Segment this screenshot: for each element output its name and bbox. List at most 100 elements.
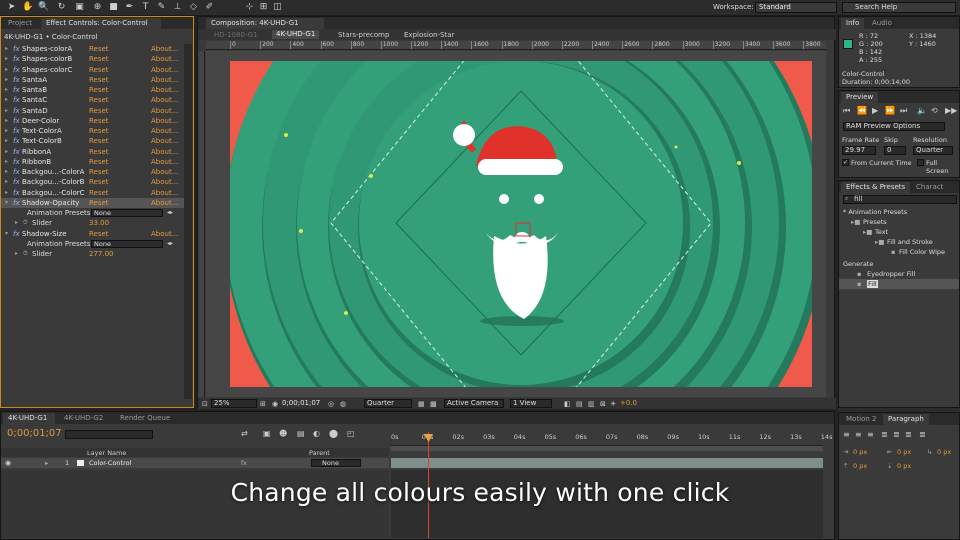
effect-name[interactable]: SantaD: [22, 106, 48, 116]
layer-name-column-header[interactable]: Layer Name: [87, 449, 126, 457]
effect-name[interactable]: Text-ColorB: [22, 136, 62, 146]
effect-row[interactable]: ▸ fx Deer-Color Reset About...: [1, 116, 184, 126]
timeline-search-input[interactable]: [65, 430, 153, 439]
reset-link[interactable]: Reset: [89, 147, 109, 157]
tab-project[interactable]: Project: [3, 18, 37, 29]
graph-editor-icon[interactable]: ◰: [347, 429, 355, 438]
tree-eyedropper-fill[interactable]: Eyedropper Fill: [867, 270, 915, 278]
zoom-tool-icon[interactable]: 🔍: [38, 2, 49, 13]
effect-row[interactable]: ▸ fx Text-ColorB Reset About...: [1, 136, 184, 146]
brush-tool-icon[interactable]: ✎: [156, 2, 167, 13]
fx-icon[interactable]: fx: [13, 157, 20, 167]
fx-switch-icon[interactable]: fx: [241, 459, 247, 467]
stopwatch-icon[interactable]: ⏱: [23, 218, 28, 228]
align-left-icon[interactable]: ≡: [843, 430, 850, 439]
eraser-tool-icon[interactable]: ◇: [188, 2, 199, 13]
about-link[interactable]: About...: [151, 85, 178, 95]
reset-link[interactable]: Reset: [89, 229, 109, 239]
fx-icon[interactable]: fx: [13, 85, 20, 95]
effect-row[interactable]: ▸ fx SantaC Reset About...: [1, 95, 184, 105]
align-right-icon[interactable]: ≡: [867, 430, 874, 439]
timeline-icon[interactable]: ▥: [588, 400, 595, 408]
about-link[interactable]: About...: [151, 229, 178, 239]
roi-icon[interactable]: ▦: [418, 400, 425, 408]
toggle-pixel-icon[interactable]: ◧: [564, 400, 571, 408]
view-layout-select[interactable]: 1 View: [510, 399, 552, 408]
type-tool-icon[interactable]: T: [140, 2, 151, 13]
reset-link[interactable]: Reset: [89, 157, 109, 167]
expand-triangle-icon[interactable]: ▸: [5, 106, 8, 116]
fx-icon[interactable]: fx: [13, 106, 20, 116]
tab-timeline-4k-uhd-g1[interactable]: 4K-UHD-G1: [3, 413, 55, 424]
reset-link[interactable]: Reset: [89, 177, 109, 187]
expand-triangle-icon[interactable]: ▸: [15, 249, 18, 259]
viewer-timecode[interactable]: 0;00;01;07: [282, 399, 320, 407]
reset-link[interactable]: Reset: [89, 85, 109, 95]
camera-tool-icon[interactable]: ▣: [74, 2, 85, 13]
expand-triangle-icon[interactable]: ▸: [5, 167, 8, 177]
tree-animation-presets[interactable]: * Animation Presets: [843, 208, 907, 216]
roto-brush-tool-icon[interactable]: ✐: [204, 2, 215, 13]
mute-audio-icon[interactable]: 🔈: [917, 106, 927, 115]
about-link[interactable]: About...: [151, 116, 178, 126]
reset-link[interactable]: Reset: [89, 198, 109, 208]
effect-row[interactable]: ▸ fx Text-ColorA Reset About...: [1, 126, 184, 136]
fx-icon[interactable]: fx: [13, 126, 20, 136]
pan-behind-tool-icon[interactable]: ⊕: [92, 2, 103, 13]
axis-world-icon[interactable]: ⊞: [258, 2, 269, 13]
tab-info[interactable]: Info: [841, 18, 865, 29]
tab-timeline-4k-uhd-g2[interactable]: 4K-UHD-G2: [59, 413, 111, 424]
expand-triangle-icon[interactable]: ▸: [5, 65, 8, 75]
effect-name[interactable]: Shadow-Size: [22, 229, 67, 239]
tab-paragraph[interactable]: Paragraph: [883, 414, 929, 425]
reset-link[interactable]: Reset: [89, 167, 109, 177]
effect-row[interactable]: ▸ fx Shapes-colorC Reset About...: [1, 65, 184, 75]
effect-row[interactable]: ▸ fx Backgou...-ColorC Reset About...: [1, 188, 184, 198]
axis-view-icon[interactable]: ◫: [272, 2, 283, 13]
effect-name[interactable]: Backgou...-ColorA: [22, 167, 84, 177]
hand-tool-icon[interactable]: ✋: [22, 2, 33, 13]
parent-select[interactable]: None: [311, 459, 361, 467]
comp-mini-flowchart-icon[interactable]: ⇄: [241, 429, 248, 438]
effect-name[interactable]: Shapes-colorB: [22, 54, 72, 64]
expand-triangle-icon[interactable]: ▸: [5, 177, 8, 187]
tree-fill-and-stroke[interactable]: Fill and Stroke: [887, 238, 933, 246]
fx-icon[interactable]: fx: [13, 147, 20, 157]
camera-snapshot-icon[interactable]: ◉: [272, 400, 278, 408]
about-link[interactable]: About...: [151, 126, 178, 136]
slider-value[interactable]: 277.00: [89, 249, 114, 259]
zoom-select[interactable]: 25%: [211, 399, 257, 408]
tab-effect-controls[interactable]: Effect Controls: Color-Control: [41, 18, 161, 29]
effect-row[interactable]: ▸ fx RibbonB Reset About...: [1, 157, 184, 167]
fx-icon[interactable]: fx: [13, 177, 20, 187]
prev-frame-icon[interactable]: ⏪: [857, 106, 867, 115]
expand-triangle-icon[interactable]: ▸: [5, 44, 8, 54]
last-frame-icon[interactable]: ⏭: [900, 106, 907, 116]
effect-name[interactable]: SantaA: [22, 75, 47, 85]
effect-name[interactable]: Deer-Color: [22, 116, 59, 126]
axis-local-icon[interactable]: ⊹: [244, 2, 255, 13]
search-help-input[interactable]: Search Help: [842, 2, 956, 13]
preview-resolution-select[interactable]: Quarter: [913, 146, 953, 155]
effect-row[interactable]: ▸ fx Backgou...-ColorA Reset About...: [1, 167, 184, 177]
effect-name[interactable]: Backgou...-ColorB: [22, 177, 84, 187]
reset-link[interactable]: Reset: [89, 75, 109, 85]
fx-icon[interactable]: fx: [13, 54, 20, 64]
expand-triangle-icon[interactable]: ▸: [5, 126, 8, 136]
tab-motion-2[interactable]: Motion 2: [841, 414, 881, 425]
rotate-tool-icon[interactable]: ↻: [56, 2, 67, 13]
effect-name[interactable]: SantaC: [22, 95, 47, 105]
ram-preview-options-select[interactable]: RAM Preview Options: [843, 122, 945, 131]
fx-icon[interactable]: fx: [13, 95, 20, 105]
about-link[interactable]: About...: [151, 106, 178, 116]
space-after-value[interactable]: 0 px: [897, 462, 911, 470]
expand-triangle-icon[interactable]: ▸: [45, 459, 48, 467]
shy-icon[interactable]: ☻: [279, 429, 287, 438]
full-screen-checkbox[interactable]: [917, 159, 924, 166]
resolution-select[interactable]: Quarter: [364, 399, 412, 408]
magnifier-icon[interactable]: ⊡: [202, 400, 208, 408]
fx-icon[interactable]: fx: [13, 65, 20, 75]
exposure-icon[interactable]: ☀: [610, 400, 616, 408]
tab-render-queue[interactable]: Render Queue: [115, 413, 175, 424]
breadcrumb-explosion-star[interactable]: Explosion-Star: [404, 31, 454, 39]
